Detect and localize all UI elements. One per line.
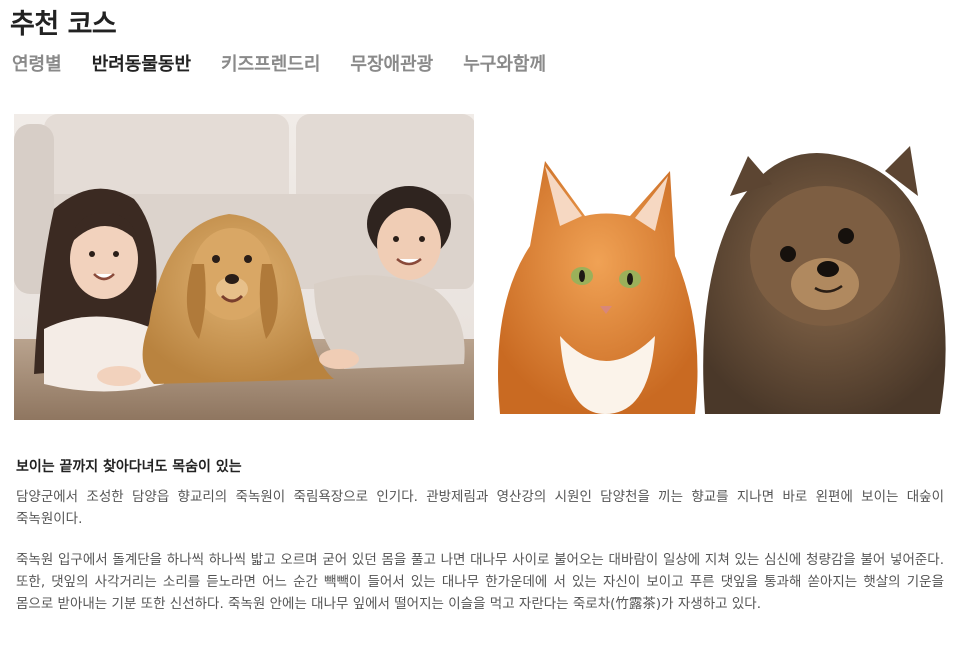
tab-pet-friendly[interactable]: 반려동물동반: [92, 50, 191, 76]
tab-with-whom[interactable]: 누구와함께: [463, 50, 546, 76]
course-description: 보이는 끝까지 찾아다녀도 목숨이 있는 담양군에서 조성한 담양읍 향교리의 …: [16, 456, 944, 634]
kitten-and-puppy-photo: [490, 136, 950, 414]
article-paragraph: 죽녹원 입구에서 돌계단을 하나씩 하나씩 밟고 오르며 굳어 있던 몸을 풀고…: [16, 552, 944, 612]
page-title: 추천 코스: [10, 9, 117, 40]
page: 추천 코스 연령별 반려동물동반 키즈프렌드리 무장애관광 누구와함께 보이는 …: [0, 0, 957, 647]
article-paragraph: 담양군에서 조성한 담양읍 향교리의 죽녹원이 죽림욕장으로 인기다. 관방제림…: [16, 489, 944, 527]
kids-with-dog-photo: [14, 114, 474, 420]
tab-barrier-free[interactable]: 무장애관광: [350, 50, 433, 76]
tab-age[interactable]: 연령별: [12, 50, 62, 76]
article-heading: 보이는 끝까지 찾아다녀도 목숨이 있는: [16, 459, 242, 475]
tab-kids-friendly[interactable]: 키즈프렌드리: [221, 50, 320, 76]
course-tabs: 연령별 반려동물동반 키즈프렌드리 무장애관광 누구와함께: [12, 50, 576, 76]
